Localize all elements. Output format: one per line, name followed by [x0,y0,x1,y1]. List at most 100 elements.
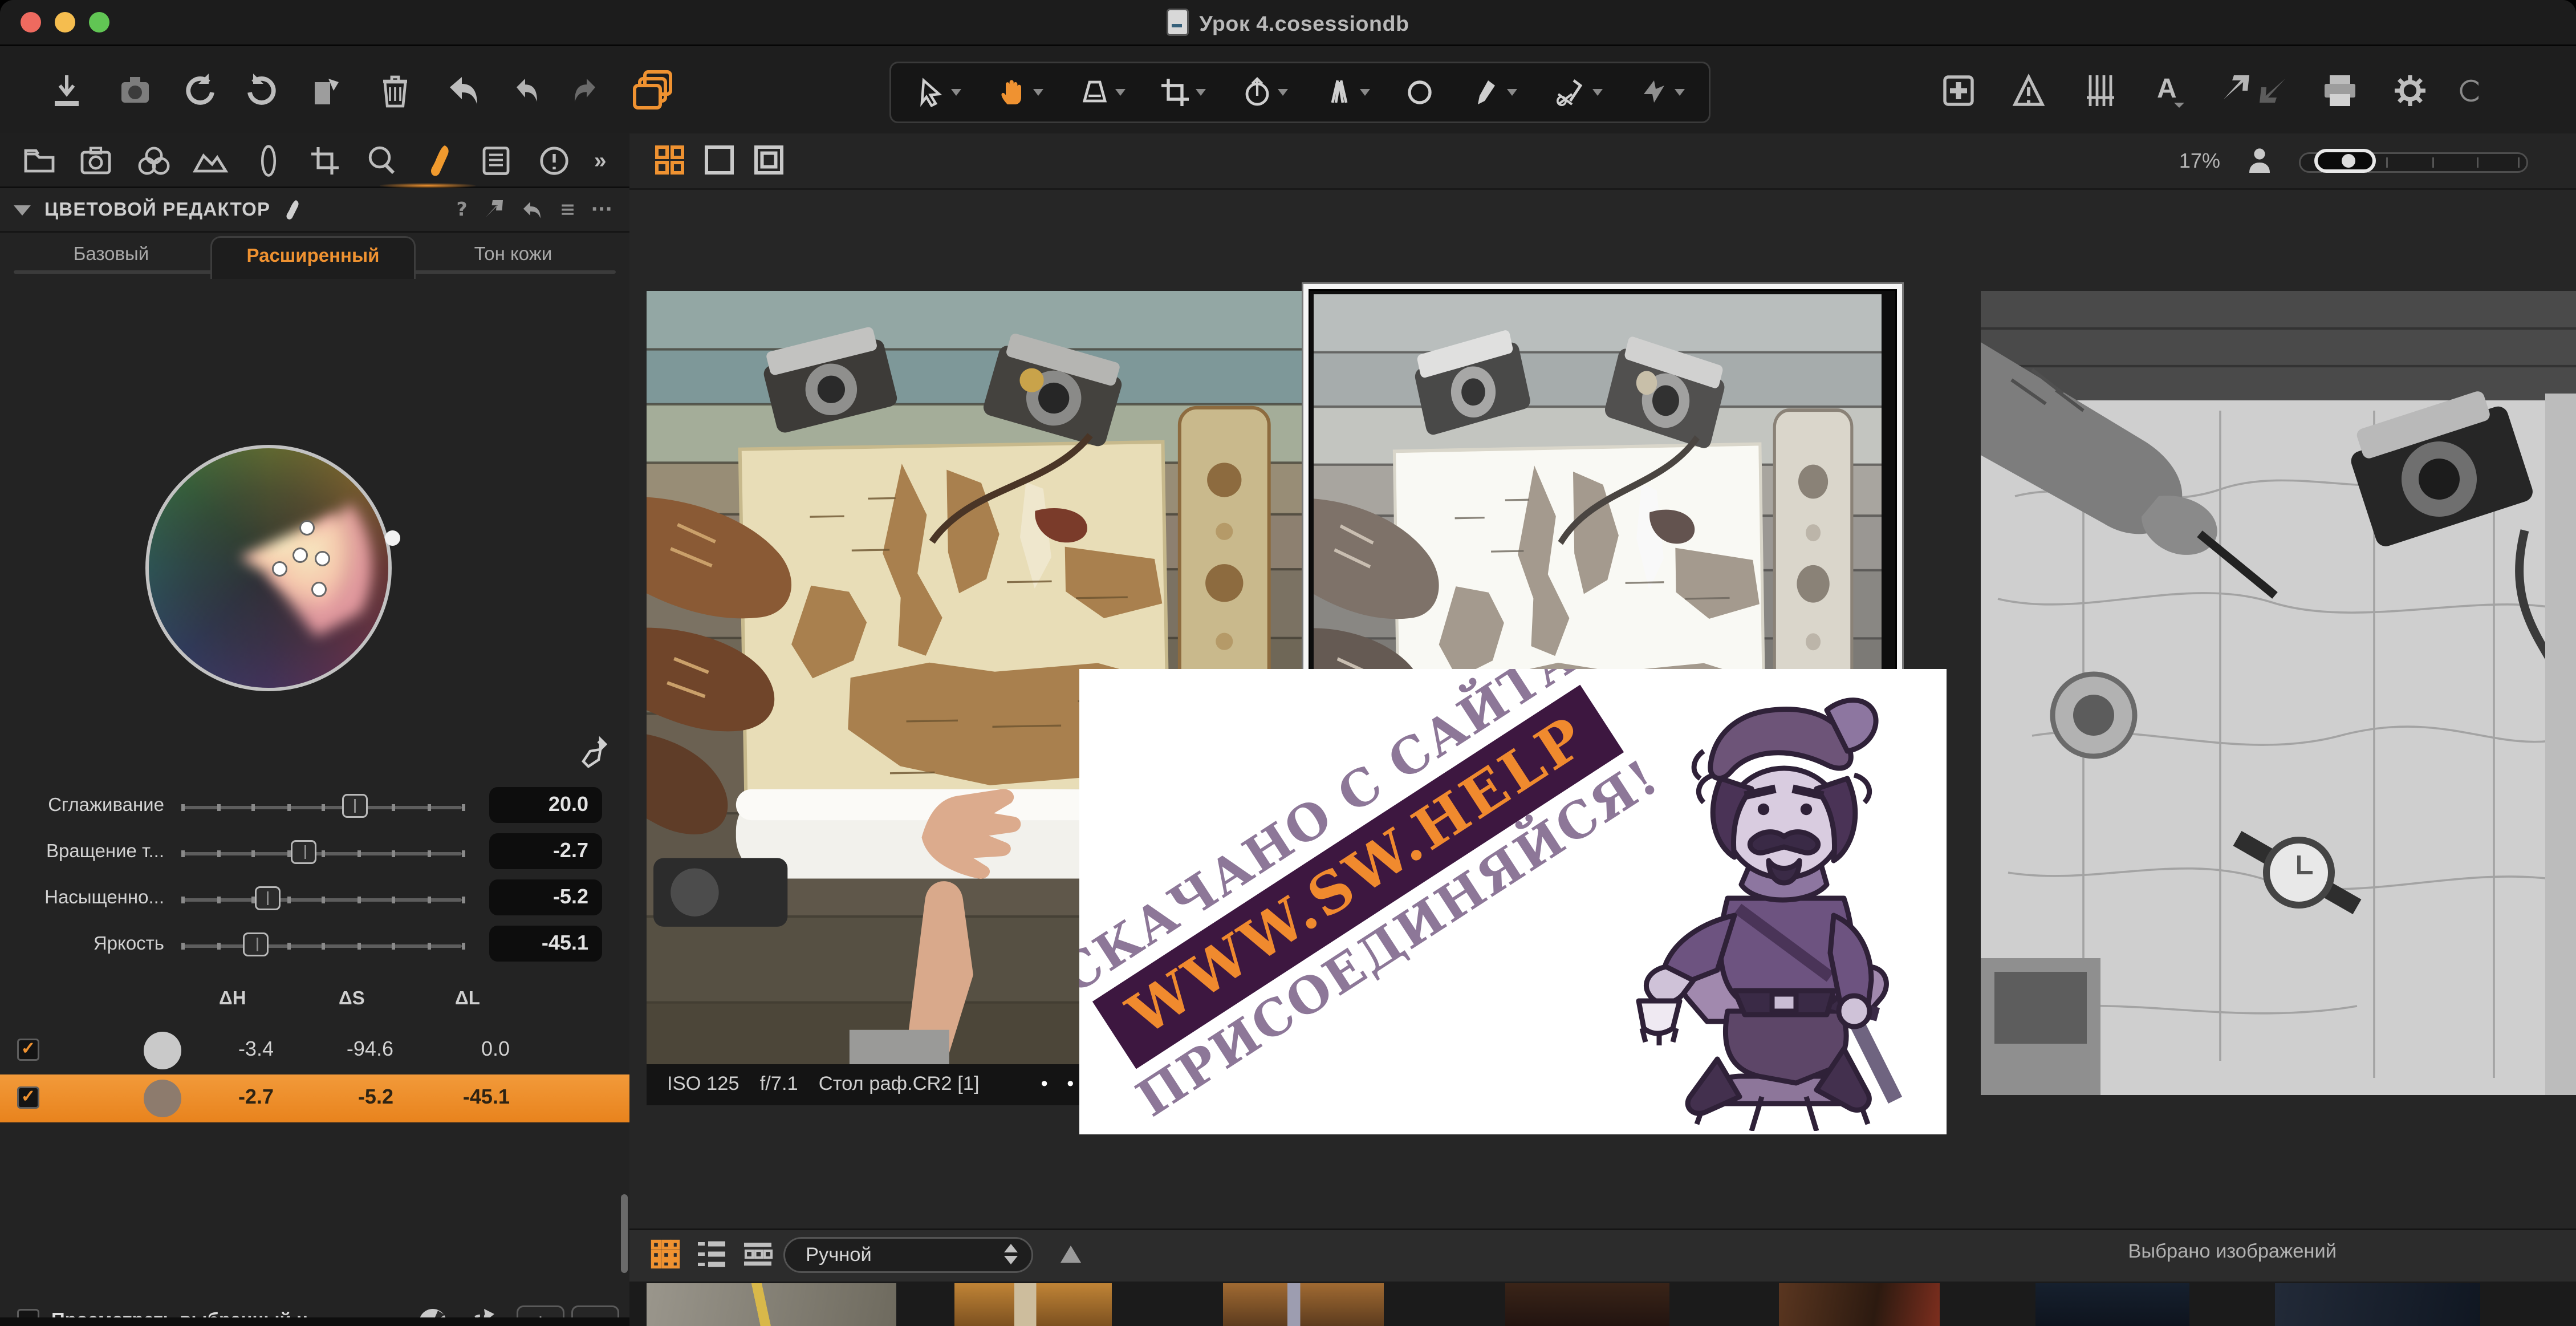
wheel-point[interactable] [272,561,287,577]
list-view-icon[interactable] [696,1239,727,1270]
fit-person-icon[interactable] [2248,147,2272,175]
help-icon[interactable]: ? [457,198,468,221]
sort-select[interactable]: Ручной [783,1237,1033,1273]
filmstrip-thumb[interactable] [2275,1283,2480,1326]
tab-details-icon[interactable] [356,135,408,186]
wheel-point[interactable] [315,551,330,566]
copy-apply-arrow-icon[interactable] [483,198,505,221]
wheel-point[interactable] [299,520,315,536]
slider-label: Насыщенно... [0,888,164,909]
select-tool[interactable] [916,77,962,108]
tab-basic[interactable]: Базовый [34,236,188,274]
print-button[interactable] [2311,56,2369,124]
document-icon [1167,9,1189,36]
tab-overflow-chevrons[interactable]: » [585,135,616,186]
tab-skin-tone[interactable]: Тон кожи [436,236,590,274]
trash-button[interactable] [366,56,424,124]
erase-mask-tool[interactable] [1553,77,1603,108]
slider-value[interactable]: -2.7 [489,833,602,869]
photo-thumbnail-3[interactable] [1981,291,2576,1095]
collapse-triangle-icon[interactable] [14,205,31,215]
proof-profile-button[interactable]: A [2140,56,2198,124]
slider-handle[interactable] [291,840,316,864]
slider-handle[interactable] [254,886,280,910]
undo-button[interactable] [503,56,551,124]
filmstrip-thumb[interactable] [2035,1283,2189,1326]
color-range-row[interactable]: ✓ -3.4 -94.6 0.0 [0,1027,629,1074]
redo-button[interactable] [561,56,609,124]
tab-library-icon[interactable] [14,135,65,186]
zoom-slider-handle[interactable] [2314,149,2376,173]
tab-lens-icon[interactable] [242,135,294,186]
grid-overlay-button[interactable] [2070,56,2128,124]
window-title: Урок 4.cosessiondb [0,9,2576,36]
filmstrip-thumb[interactable] [954,1283,1112,1326]
range-checkbox[interactable]: ✓ [17,1086,39,1109]
tab-info-icon[interactable] [528,135,579,186]
draw-mask-tool[interactable] [1471,77,1517,108]
apply-adjustments-tool[interactable] [1638,77,1684,108]
filmstrip-thumb[interactable] [647,1283,896,1326]
crop-tool[interactable] [1160,77,1206,108]
slider-value[interactable]: 20.0 [489,787,602,823]
slider-track[interactable] [181,806,462,809]
slider-handle[interactable] [342,794,367,818]
slider-value[interactable]: -5.2 [489,879,602,915]
presets-menu-icon[interactable]: ≡ [560,198,576,221]
tab-color-icon[interactable] [128,135,179,186]
sort-direction-icon[interactable] [1061,1246,1081,1263]
tab-exposure-icon[interactable] [185,135,237,186]
color-wheel[interactable] [145,445,392,691]
wheel-point[interactable] [292,548,308,563]
slider-handle[interactable] [243,932,269,956]
slider-saturation: Насыщенно... -5.2 [0,878,629,922]
viewer-panel-toggle[interactable] [1929,56,1988,124]
pan-tool[interactable] [997,77,1043,108]
spot-removal-tool[interactable] [1405,77,1436,108]
rotate-right-button[interactable] [236,56,287,124]
tab-advanced[interactable]: Расширенный [210,236,416,279]
import-button[interactable] [38,56,96,124]
filmstrip-thumb[interactable] [1779,1283,1940,1326]
wheel-outside-point[interactable] [385,530,400,546]
select-stepper-icon [1004,1244,1018,1264]
capture-button[interactable] [106,56,164,124]
help-button[interactable] [2451,56,2479,124]
slider-label: Сглаживание [0,796,164,816]
rotate-left-button[interactable] [174,56,226,124]
export-button[interactable] [298,56,356,124]
single-view-icon[interactable] [703,144,736,176]
proof-view-icon[interactable] [753,144,785,176]
tab-metadata-icon[interactable] [470,135,522,186]
slider-track[interactable] [181,898,462,902]
export-arrows-button[interactable] [2210,56,2299,124]
wheel-point[interactable] [311,582,327,597]
revert-button[interactable] [434,56,493,124]
filmstrip-thumb[interactable] [1505,1283,1669,1326]
straighten-tool[interactable] [1242,77,1288,108]
range-checkbox[interactable]: ✓ [17,1039,39,1061]
copy-adjustments-button[interactable] [619,56,688,124]
filmstrip-thumb[interactable] [1223,1283,1384,1326]
settings-gear-icon[interactable] [2381,56,2439,124]
slider-track[interactable] [181,852,462,855]
grid-view-icon[interactable] [650,1239,681,1270]
multi-view-icon[interactable] [653,144,686,176]
zoom-slider[interactable] [2299,152,2528,173]
panel-scrollbar[interactable] [621,1194,628,1273]
keystone-tool[interactable] [1323,77,1370,108]
slider-value[interactable]: -45.1 [489,926,602,962]
tab-adjustments-brush-icon[interactable] [413,135,465,186]
loupe-tool[interactable] [1079,77,1125,108]
watermark-overlay: СКАЧАНО С САЙТА WWW.SW.HELP ПРИСОЕДИНЯЙС… [1079,669,1947,1134]
reset-icon[interactable] [521,200,545,220]
more-options-icon[interactable]: ··· [591,198,612,221]
tab-capture-icon[interactable] [71,135,122,186]
tab-composition-icon[interactable] [299,135,351,186]
exposure-warning-button[interactable] [2000,56,2058,124]
compact-view-icon[interactable] [742,1239,773,1270]
eyedropper-icon[interactable] [578,736,609,770]
color-range-row-selected[interactable]: ✓ -2.7 -5.2 -45.1 [0,1074,629,1122]
slider-track[interactable] [181,944,462,948]
main-toolbar: A [0,46,2576,135]
